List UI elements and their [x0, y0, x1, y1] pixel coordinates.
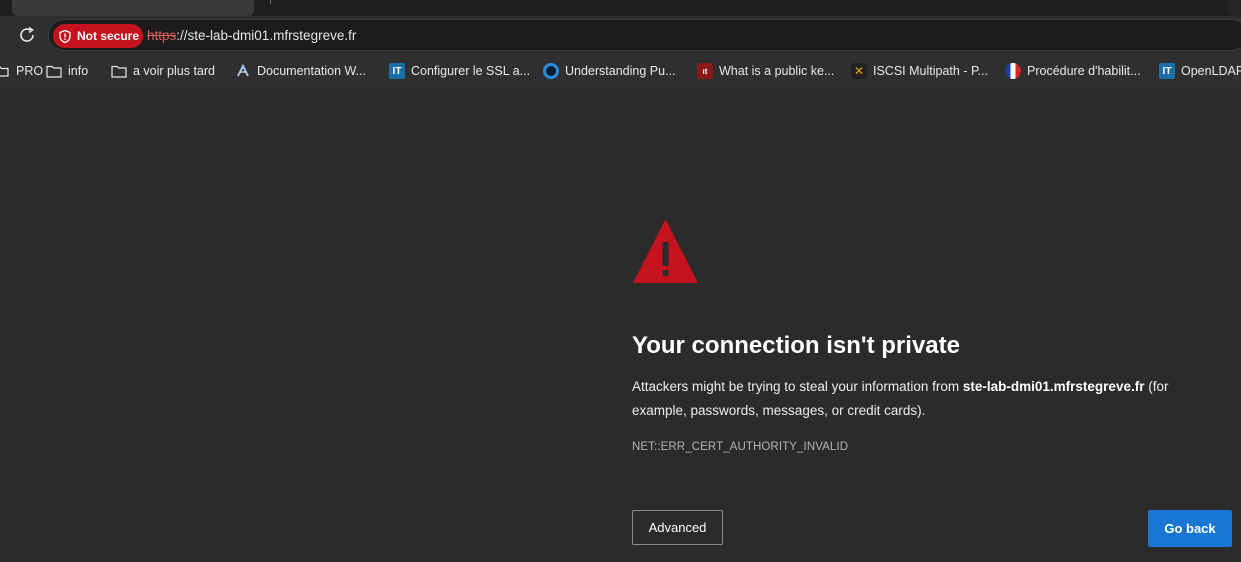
x-site-icon: ✕: [851, 63, 867, 79]
bookmark-folder-info[interactable]: info: [46, 58, 111, 84]
not-secure-badge[interactable]: Not secure: [53, 24, 143, 48]
bookmark-label: Configurer le SSL a...: [411, 64, 531, 78]
bookmark-procedure[interactable]: Procédure d'habilit...: [1005, 58, 1159, 84]
not-secure-label: Not secure: [77, 29, 140, 43]
bookmark-documentation[interactable]: Documentation W...: [235, 58, 389, 84]
it-site-icon: IT: [1159, 63, 1175, 79]
url-scheme: https: [147, 28, 177, 43]
tab-strip: [0, 0, 1241, 16]
doc-site-icon: [235, 63, 251, 79]
folder-icon: [46, 63, 62, 79]
bookmark-public-key[interactable]: ıt What is a public ke...: [697, 58, 851, 84]
error-page: Your connection isn't private Attackers …: [0, 88, 1241, 562]
bookmark-openldap[interactable]: IT OpenLDAP: [1159, 58, 1241, 84]
bookmarks-bar: PRO info a voir plus tard Documentation …: [0, 54, 1241, 88]
bookmark-iscsi[interactable]: ✕ ISCSI Multipath - P...: [851, 58, 1005, 84]
tab-separator: [270, 0, 271, 4]
bookmark-label: What is a public ke...: [719, 64, 835, 78]
bookmark-folder-pro[interactable]: PRO: [0, 58, 46, 84]
error-code[interactable]: NET::ERR_CERT_AUTHORITY_INVALID: [632, 441, 848, 453]
bookmark-label: OpenLDAP: [1181, 64, 1241, 78]
bookmark-folder-a-voir-plus-tard[interactable]: a voir plus tard: [111, 58, 235, 84]
bookmark-label: a voir plus tard: [133, 64, 215, 78]
circle-site-icon: [543, 63, 559, 79]
bookmark-label: PRO: [16, 64, 44, 78]
it-site-icon: IT: [389, 63, 405, 79]
bookmark-label: info: [68, 64, 89, 78]
bookmark-label: ISCSI Multipath - P...: [873, 64, 989, 78]
browser-toolbar: Not secure https://ste-lab-dmi01.mfrsteg…: [0, 16, 1241, 54]
advanced-button[interactable]: Advanced: [632, 510, 723, 545]
folder-icon: [111, 63, 127, 79]
bookmark-label: Understanding Pu...: [565, 64, 676, 78]
bookmark-understanding[interactable]: Understanding Pu...: [543, 58, 697, 84]
folder-icon: [0, 63, 10, 79]
warning-triangle-icon: [632, 218, 699, 285]
page-title: Your connection isn't private: [632, 332, 960, 359]
tab-strip-edge: [1228, 0, 1241, 16]
bookmark-configurer-ssl[interactable]: IT Configurer le SSL a...: [389, 58, 543, 84]
url-host: ://ste-lab-dmi01.mfrstegreve.fr: [176, 28, 357, 43]
fr-site-icon: [1005, 63, 1021, 79]
description-host: ste-lab-dmi01.mfrstegreve.fr: [962, 379, 1145, 394]
tab-active[interactable]: [12, 0, 254, 16]
error-description: Attackers might be trying to steal your …: [632, 375, 1212, 423]
description-text: Attackers might be trying to steal your …: [632, 379, 963, 394]
reload-icon[interactable]: [16, 24, 38, 46]
bookmark-label: Documentation W...: [257, 64, 367, 78]
go-back-button[interactable]: Go back: [1148, 510, 1232, 547]
bookmark-label: Procédure d'habilit...: [1027, 64, 1141, 78]
shield-warning-icon: [59, 29, 71, 43]
url-text[interactable]: https://ste-lab-dmi01.mfrstegreve.fr: [147, 28, 356, 43]
red-site-icon: ıt: [697, 63, 713, 79]
address-bar[interactable]: Not secure https://ste-lab-dmi01.mfrsteg…: [48, 19, 1241, 51]
